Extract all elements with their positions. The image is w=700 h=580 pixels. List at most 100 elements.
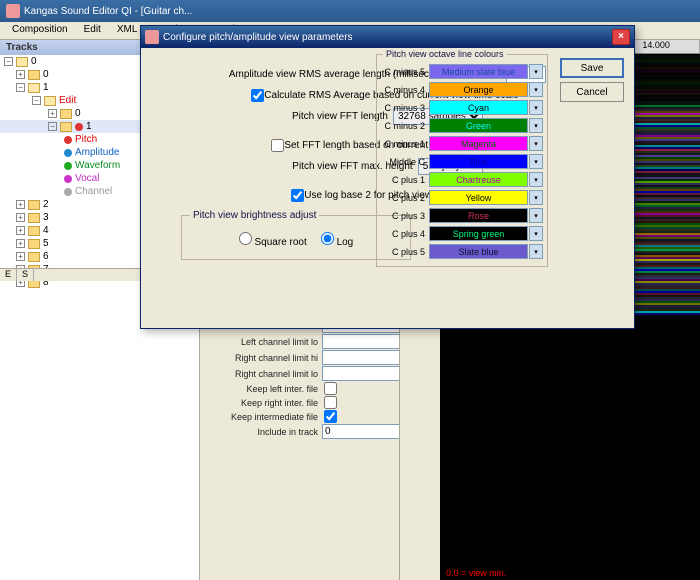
colour-row: C plus 3Rose▾ (381, 208, 543, 223)
colour-swatch[interactable]: Blue (429, 154, 528, 169)
app-title: Kangas Sound Editor QI - [Guitar ch... (24, 6, 192, 17)
iit-input[interactable] (322, 424, 400, 439)
dialog-titlebar[interactable]: Configure pitch/amplitude view parameter… (141, 26, 634, 48)
folder-icon (28, 252, 40, 262)
configure-dialog: Configure pitch/amplitude view parameter… (140, 25, 635, 329)
expand-icon[interactable]: + (16, 252, 25, 261)
bullet-icon (64, 188, 72, 196)
tree-item-label: Pitch (75, 134, 97, 145)
colour-label: C minus 1 (381, 139, 429, 149)
calc-rms-checkbox[interactable] (251, 89, 264, 102)
colour-swatch[interactable]: Medium slate blue (429, 64, 528, 79)
colour-row: C minus 4Orange▾ (381, 82, 543, 97)
rclh-input[interactable] (322, 350, 400, 365)
colour-row: C plus 1Chartreuse▾ (381, 172, 543, 187)
chevron-down-icon[interactable]: ▾ (529, 100, 543, 115)
close-icon[interactable]: × (612, 29, 630, 45)
colour-label: C minus 3 (381, 103, 429, 113)
dialog-icon (145, 30, 159, 44)
menu-edit[interactable]: Edit (76, 22, 109, 39)
tree-item-label: 6 (43, 251, 49, 262)
save-button[interactable]: Save (560, 58, 624, 78)
expand-icon[interactable]: + (16, 70, 25, 79)
field-label: Keep right inter. file (204, 398, 322, 408)
bullet-icon (75, 123, 83, 131)
view-min-label: 0.0 = view min. (446, 568, 506, 578)
expand-icon[interactable]: + (48, 109, 57, 118)
tree-item-label: Amplitude (75, 147, 119, 158)
chevron-down-icon[interactable]: ▾ (529, 136, 543, 151)
bullet-icon (64, 136, 72, 144)
use-log-checkbox[interactable] (291, 189, 304, 202)
lcll-input[interactable] (322, 334, 400, 349)
colour-label: C plus 1 (381, 175, 429, 185)
expand-icon[interactable]: + (16, 239, 25, 248)
colour-swatch[interactable]: Cyan (429, 100, 528, 115)
tree-item-label: Vocal (75, 173, 99, 184)
chevron-down-icon[interactable]: ▾ (529, 154, 543, 169)
rcll-input[interactable] (322, 366, 400, 381)
colour-swatch[interactable]: Rose (429, 208, 528, 223)
colour-label: C minus 2 (381, 121, 429, 131)
chevron-down-icon[interactable]: ▾ (529, 190, 543, 205)
colour-swatch[interactable]: Magenta (429, 136, 528, 151)
colour-label: C plus 2 (381, 193, 429, 203)
chevron-down-icon[interactable]: ▾ (529, 208, 543, 223)
colour-label: C plus 3 (381, 211, 429, 221)
expand-icon[interactable]: − (32, 96, 41, 105)
kli-checkbox[interactable] (324, 382, 337, 395)
folder-icon (60, 109, 72, 119)
tab-s[interactable]: S (17, 269, 34, 281)
colour-swatch[interactable]: Yellow (429, 190, 528, 205)
chevron-down-icon[interactable]: ▾ (529, 118, 543, 133)
tree-item-label: 5 (43, 238, 49, 249)
folder-icon (28, 70, 40, 80)
tab-e[interactable]: E (0, 269, 17, 281)
kri-checkbox[interactable] (324, 396, 337, 409)
expand-icon[interactable]: − (16, 83, 25, 92)
log-radio[interactable] (321, 232, 334, 245)
colour-label: C plus 4 (381, 229, 429, 239)
colour-label: Middle C (381, 157, 429, 167)
folder-icon (28, 83, 40, 93)
colour-swatch[interactable]: Orange (429, 82, 528, 97)
folder-icon (16, 57, 28, 67)
colour-swatch[interactable]: Chartreuse (429, 172, 528, 187)
cancel-button[interactable]: Cancel (560, 82, 624, 102)
chevron-down-icon[interactable]: ▾ (529, 244, 543, 259)
expand-icon[interactable]: − (4, 57, 13, 66)
colour-swatch[interactable]: Spring green (429, 226, 528, 241)
chevron-down-icon[interactable]: ▾ (529, 226, 543, 241)
bullet-icon (64, 149, 72, 157)
folder-icon (28, 239, 40, 249)
folder-icon (28, 200, 40, 210)
tree-item-label: 4 (43, 225, 49, 236)
sqrt-radio[interactable] (239, 232, 252, 245)
field-label: Keep left inter. file (204, 384, 322, 394)
tree-item-label: 1 (43, 82, 49, 93)
tree-item-label: 1 (86, 121, 92, 132)
folder-icon (28, 213, 40, 223)
chevron-down-icon[interactable]: ▾ (529, 64, 543, 79)
colour-row: Middle CBlue▾ (381, 154, 543, 169)
field-label: Left channel limit lo (204, 337, 322, 347)
tree-item-label: Waveform (75, 160, 120, 171)
expand-icon[interactable]: − (48, 122, 57, 131)
chevron-down-icon[interactable]: ▾ (529, 172, 543, 187)
expand-icon[interactable]: + (16, 213, 25, 222)
colour-row: C plus 4Spring green▾ (381, 226, 543, 241)
colours-group: Pitch view octave line colours C minus 5… (376, 54, 548, 267)
expand-icon[interactable]: + (16, 226, 25, 235)
field-label: Right channel limit hi (204, 353, 322, 363)
menu-composition[interactable]: Composition (4, 22, 76, 39)
colour-swatch[interactable]: Green (429, 118, 528, 133)
expand-icon[interactable]: + (16, 200, 25, 209)
colour-swatch[interactable]: Slate blue (429, 244, 528, 259)
tree-item-label: 0 (43, 69, 49, 80)
kif-checkbox[interactable] (324, 410, 337, 423)
set-fft-checkbox[interactable] (271, 139, 284, 152)
colour-row: C plus 5Slate blue▾ (381, 244, 543, 259)
chevron-down-icon[interactable]: ▾ (529, 82, 543, 97)
main-titlebar: Kangas Sound Editor QI - [Guitar ch... (0, 0, 700, 22)
tree-item-label: 2 (43, 199, 49, 210)
